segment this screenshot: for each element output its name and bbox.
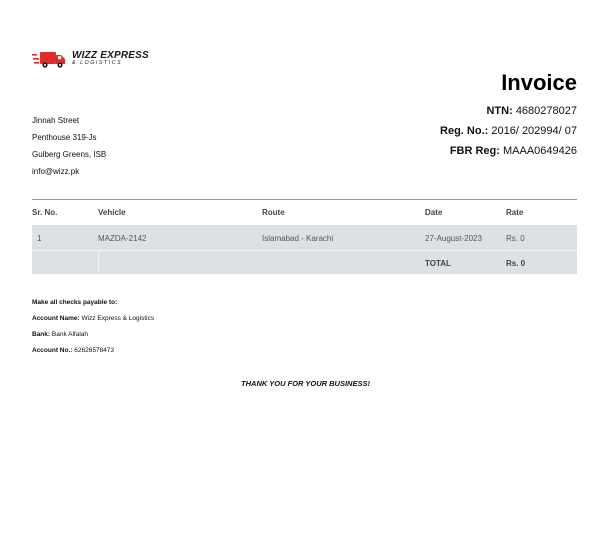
address-penthouse: Penthouse 319-Js bbox=[32, 133, 97, 142]
cell-vehicle: MAZDA-2142 bbox=[98, 234, 147, 243]
account-name-label: Account Name: bbox=[32, 315, 80, 322]
column-divider bbox=[98, 250, 99, 274]
bank-value: Bank Alfalah bbox=[51, 331, 89, 338]
account-name-line: Account Name: Wizz Express & Logistics bbox=[32, 315, 154, 322]
cell-rate: Rs. 0 bbox=[506, 234, 525, 243]
column-header-date: Date bbox=[425, 208, 443, 217]
ntn-label: NTN: bbox=[486, 105, 513, 117]
cell-date: 27-August-2023 bbox=[425, 234, 482, 243]
thank-you-note: THANK YOU FOR YOUR BUSINESS! bbox=[241, 379, 370, 388]
bank-line: Bank: Bank Alfalah bbox=[32, 331, 88, 338]
payment-heading-text: Make all checks payable to: bbox=[32, 299, 118, 306]
cell-sr-no: 1 bbox=[37, 234, 42, 243]
row-divider bbox=[32, 250, 577, 251]
reg-no-line: Reg. No.: 2016/ 202994/ 07 bbox=[440, 125, 577, 137]
ntn-value: 4680278027 bbox=[515, 105, 577, 117]
company-email: info@wizz.pk bbox=[32, 167, 80, 176]
account-no-label: Account No.: bbox=[32, 347, 73, 354]
total-value: Rs. 0 bbox=[506, 259, 526, 268]
account-no-value: 62626578473 bbox=[74, 347, 115, 354]
delivery-truck-icon bbox=[32, 52, 65, 68]
column-header-rate: Rate bbox=[506, 208, 524, 217]
fbr-reg-line: FBR Reg: MAAA0649426 bbox=[450, 145, 577, 157]
fbr-reg-label: FBR Reg: bbox=[449, 145, 500, 157]
account-no-line: Account No.: 62626578473 bbox=[32, 347, 114, 354]
bank-label: Bank: bbox=[32, 331, 51, 338]
logo-subtitle: & LOGISTICS bbox=[72, 60, 123, 66]
table-top-rule bbox=[32, 199, 577, 200]
ntn-line: NTN: 4680278027 bbox=[486, 105, 577, 117]
reg-no-value: 2016/ 202994/ 07 bbox=[491, 125, 577, 137]
address-city: Gulberg Greens, ISB bbox=[32, 150, 107, 159]
cell-route: Islamabad - Karachi bbox=[262, 234, 334, 243]
column-header-route: Route bbox=[262, 208, 285, 217]
address-street: Jinnah Street bbox=[32, 116, 80, 125]
account-name-value: Wizz Express & Logistics bbox=[81, 315, 155, 322]
reg-no-label: Reg. No.: bbox=[440, 125, 489, 137]
total-label: TOTAL bbox=[425, 259, 451, 268]
column-header-sr-no: Sr. No. bbox=[32, 208, 58, 217]
fbr-reg-value: MAAA0649426 bbox=[503, 145, 577, 157]
column-header-vehicle: Vehicle bbox=[98, 208, 126, 217]
payment-heading: Make all checks payable to: bbox=[32, 299, 117, 306]
invoice-title: Invoice bbox=[501, 70, 577, 95]
